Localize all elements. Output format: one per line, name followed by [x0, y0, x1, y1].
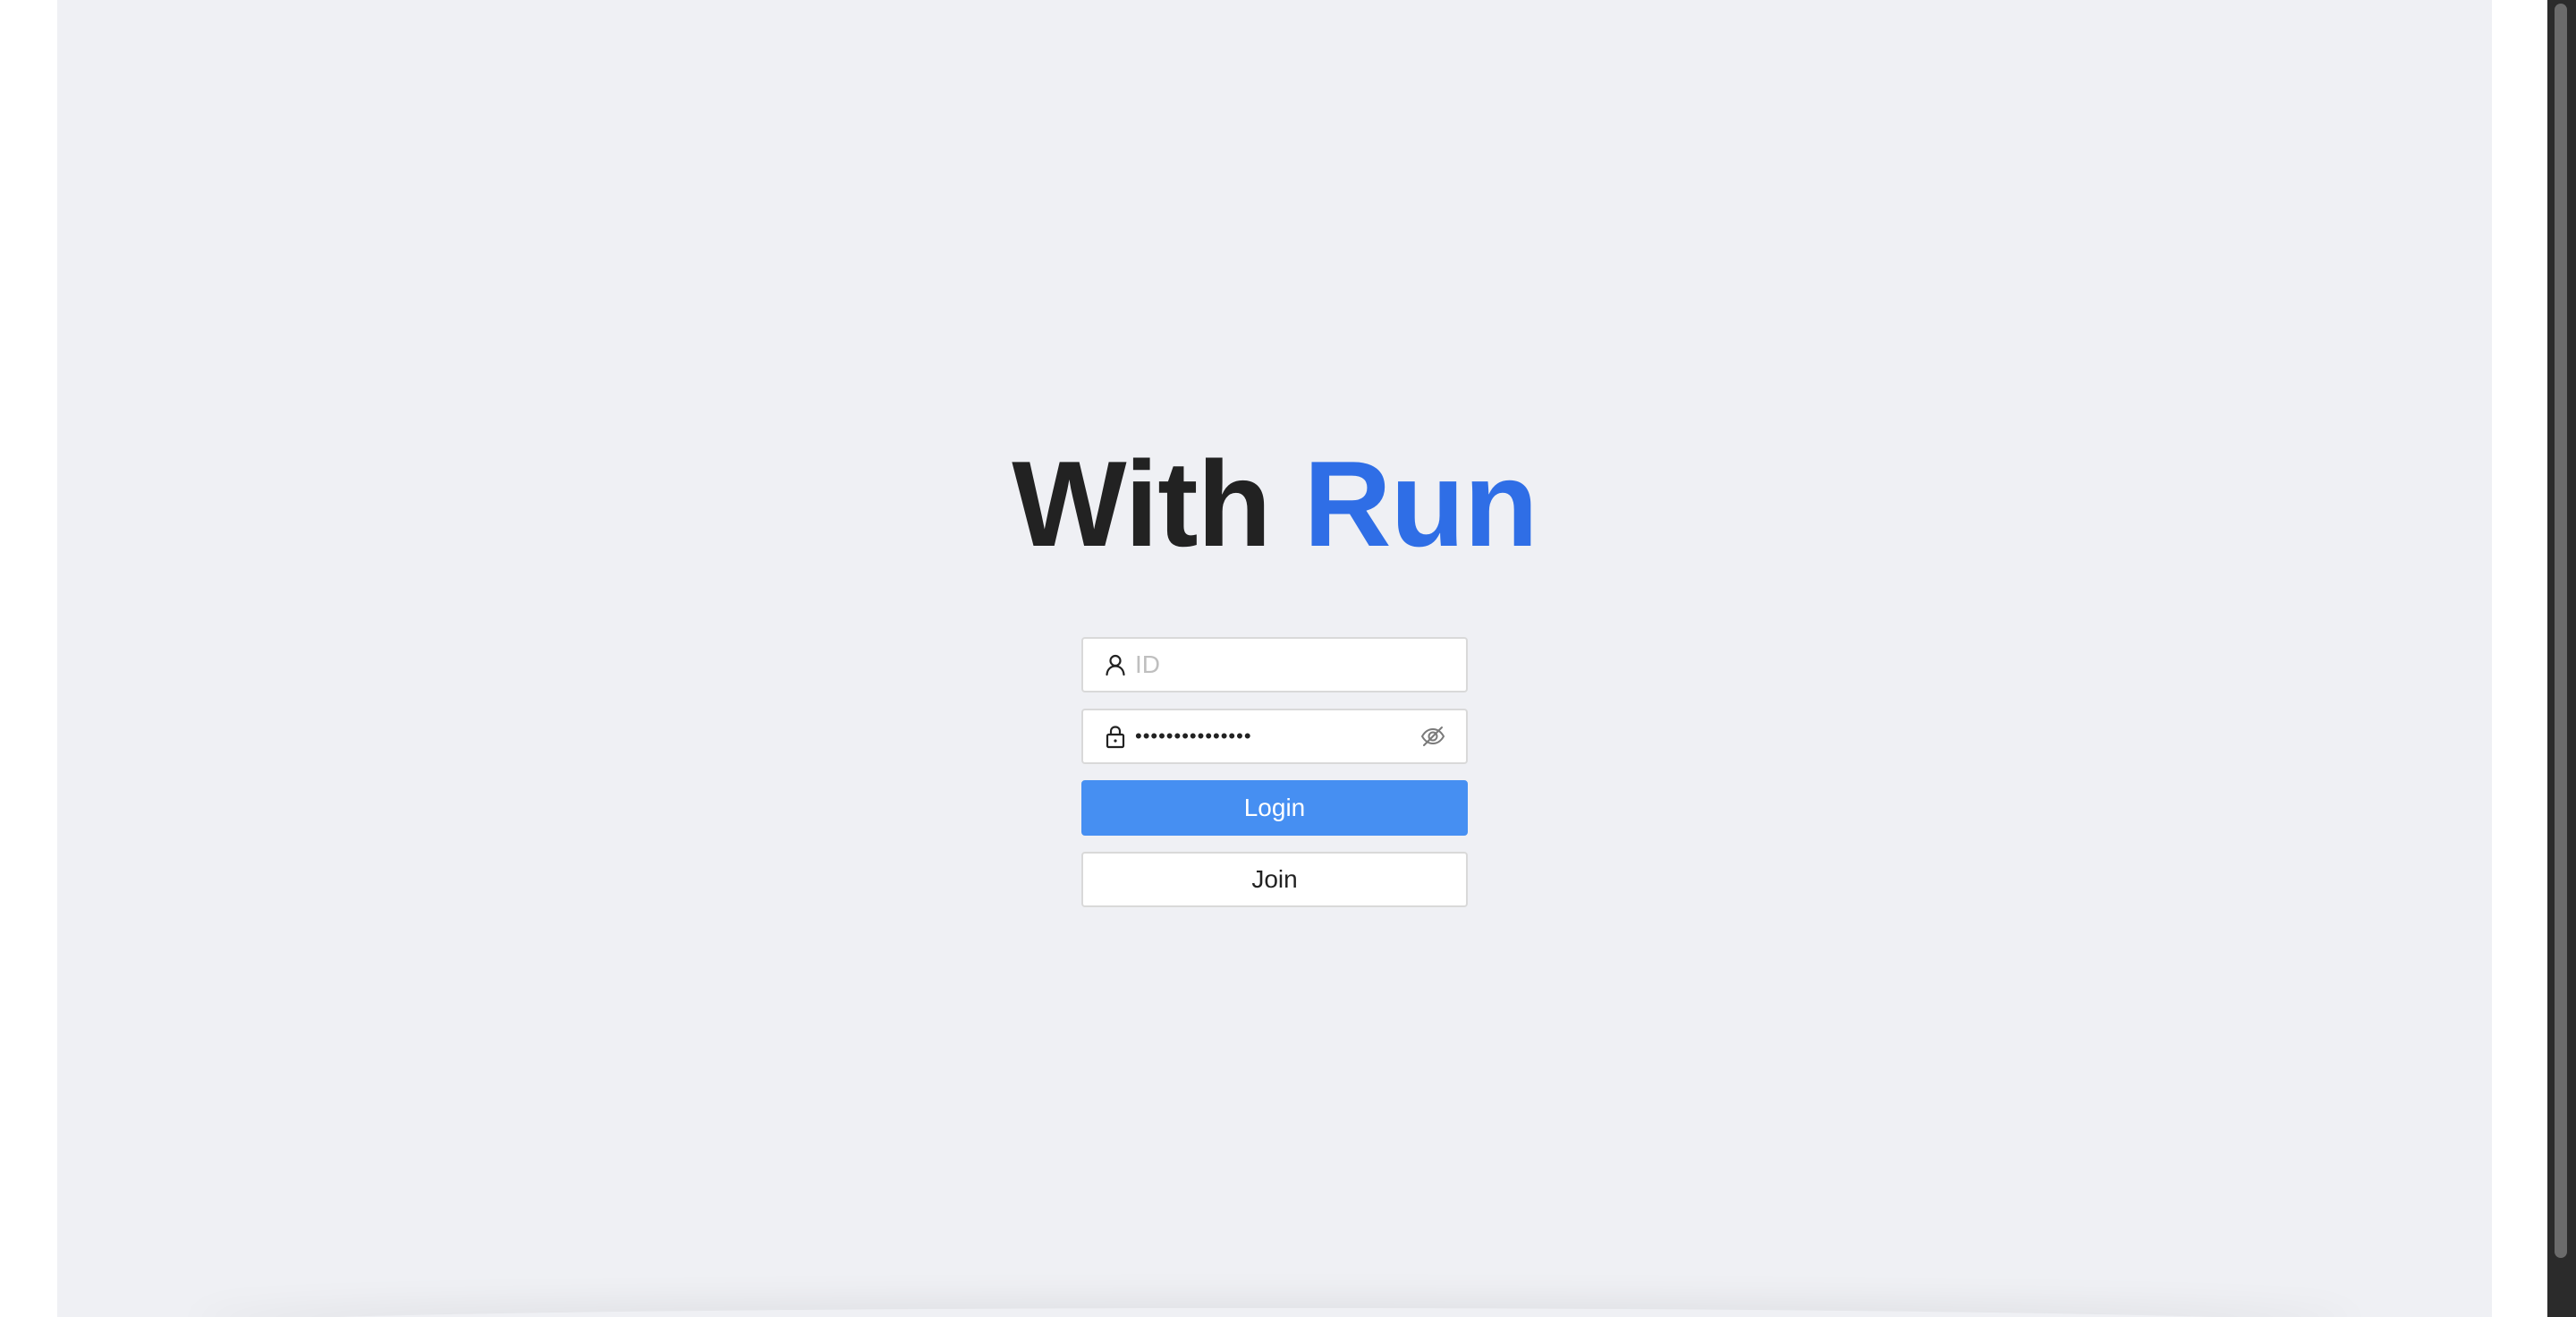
login-form: Login Join	[1081, 637, 1468, 923]
page: With Run ID Login Join	[0, 0, 2576, 1317]
app-title-part2: Run	[1303, 436, 1538, 572]
login-button[interactable]: Login	[1081, 780, 1468, 836]
password-input[interactable]	[1135, 718, 1419, 754]
id-field[interactable]	[1081, 637, 1468, 692]
id-input[interactable]	[1135, 647, 1458, 683]
password-field[interactable]	[1081, 709, 1468, 764]
app-title: With Run	[57, 437, 2492, 571]
join-button[interactable]: Join	[1081, 852, 1468, 907]
app-title-part1: With	[1012, 436, 1271, 572]
scrollbar-thumb[interactable]	[2555, 4, 2567, 1258]
user-icon	[1103, 652, 1128, 677]
vertical-scrollbar[interactable]	[2547, 0, 2576, 1317]
bottom-shadow	[191, 1308, 2358, 1317]
login-page: With Run ID Login Join	[57, 0, 2492, 1317]
lock-icon	[1103, 724, 1128, 749]
eye-off-icon[interactable]	[1419, 723, 1446, 750]
